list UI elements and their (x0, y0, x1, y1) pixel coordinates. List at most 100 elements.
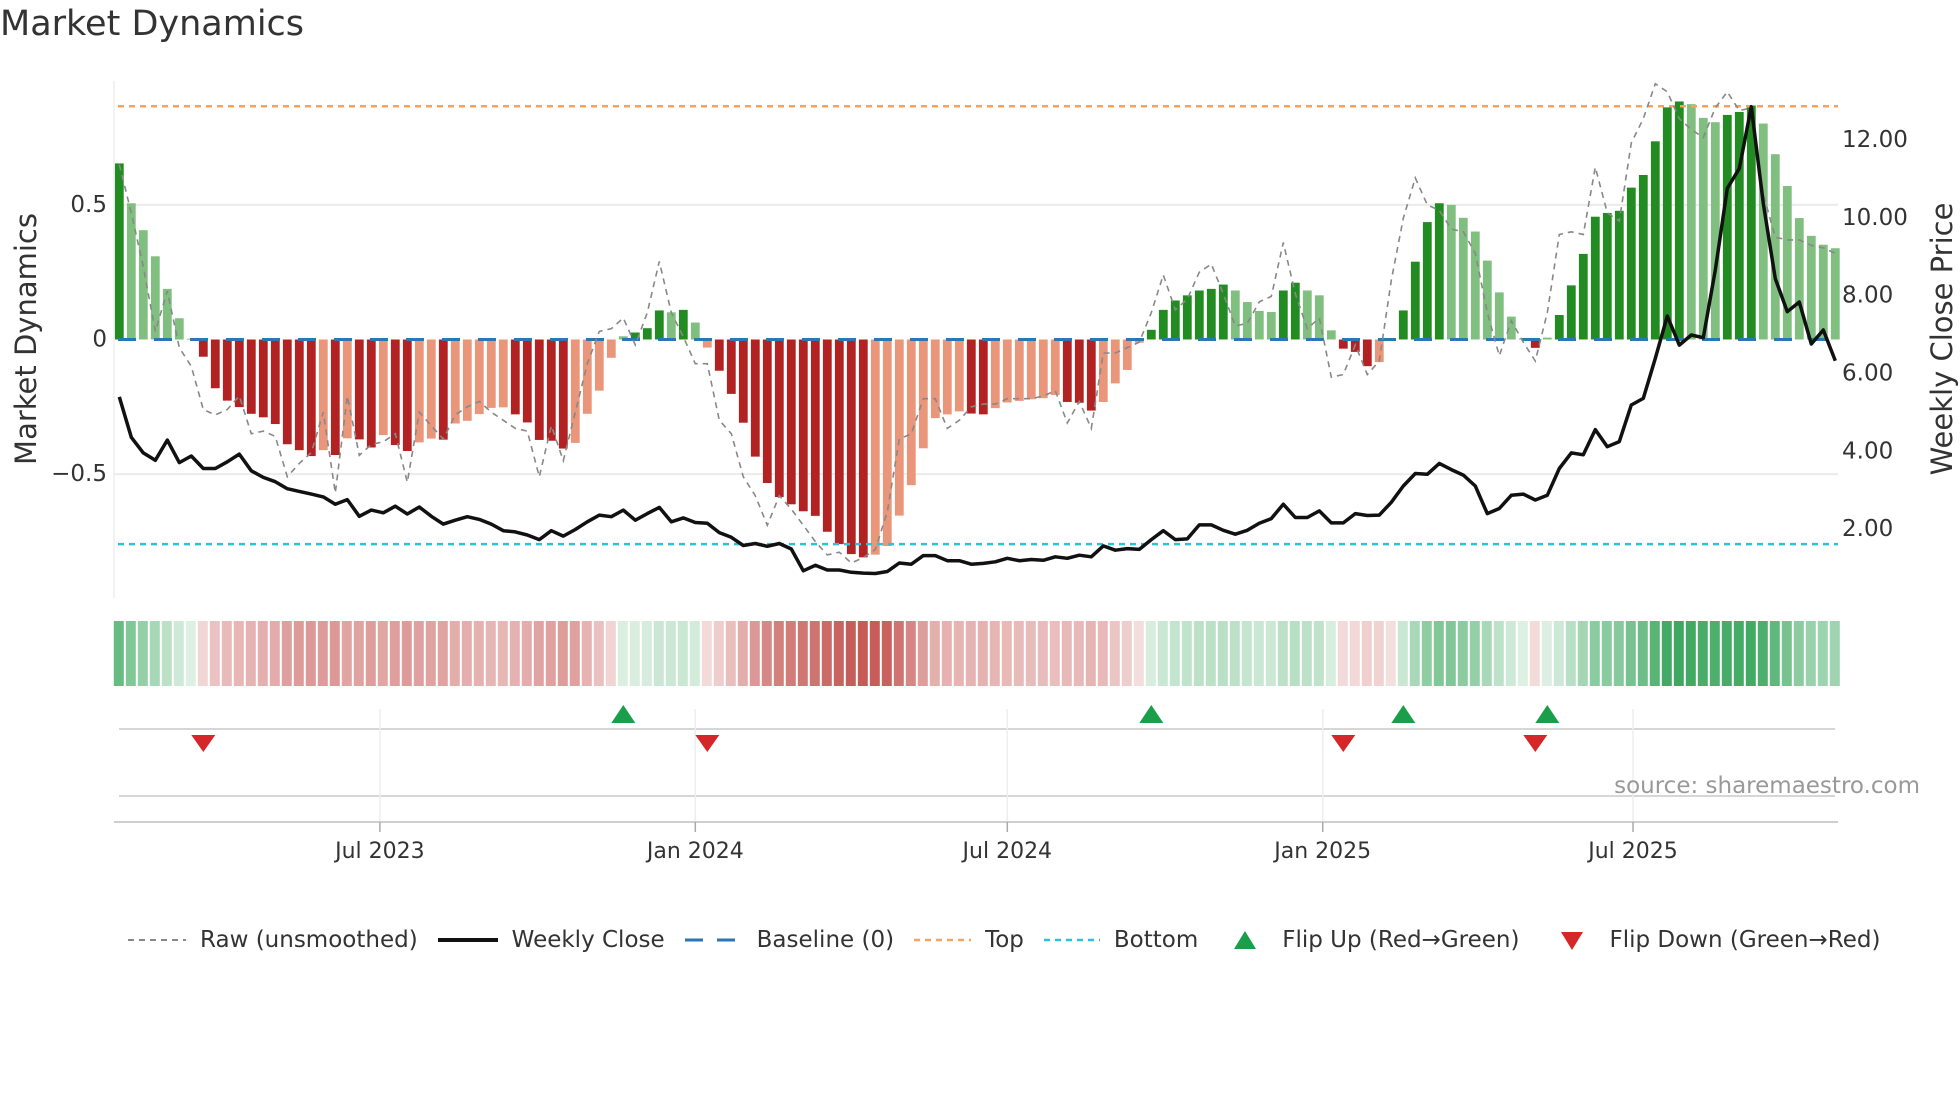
momentum-bar (378, 339, 388, 436)
x-tick-label: Jul 2023 (333, 839, 425, 864)
heat-cell (665, 621, 676, 686)
heat-cell (1109, 621, 1120, 686)
heat-cell (1625, 621, 1636, 686)
heat-cell (461, 621, 472, 686)
heat-cell (989, 621, 1000, 686)
heat-cell (1613, 621, 1624, 686)
momentum-bar (546, 339, 556, 441)
momentum-bar (210, 339, 220, 389)
heat-cell (1709, 621, 1720, 686)
momentum-bar (1638, 174, 1648, 340)
heat-cell (761, 621, 772, 686)
heat-cell (1541, 621, 1552, 686)
heat-cell (1457, 621, 1468, 686)
momentum-bar (786, 339, 796, 505)
heat-cell (1037, 621, 1048, 686)
y-tick-label: 0 (92, 327, 107, 353)
heat-cell (1661, 621, 1672, 686)
heat-cell (1337, 621, 1348, 686)
momentum-bar (1302, 290, 1312, 340)
heat-cell (737, 621, 748, 686)
heat-cell (1373, 621, 1384, 686)
heat-cell (1577, 621, 1588, 686)
momentum-bar (114, 163, 124, 340)
heat-cell (1301, 621, 1312, 686)
heat-cell (785, 621, 796, 686)
heat-cell (125, 621, 136, 686)
momentum-bar (1794, 218, 1804, 340)
momentum-bar (1218, 284, 1228, 340)
heat-cell (1673, 621, 1684, 686)
momentum-bar (462, 339, 472, 421)
heat-cell (497, 621, 508, 686)
heat-cell (629, 621, 640, 686)
momentum-bar (1818, 244, 1828, 340)
legend-item-raw: Raw (unsmoothed) (128, 927, 418, 953)
y2-tick-label: 4.00 (1842, 438, 1893, 464)
heat-cell (1049, 621, 1060, 686)
y2-tick-label: 12.00 (1842, 127, 1908, 153)
heat-cell (1493, 621, 1504, 686)
x-axis: Jul 2023 Jan 2024 Jul 2024 Jan 2025 Jul 2025 (114, 821, 1838, 864)
triangle-down-icon (1561, 932, 1584, 950)
flip-up-marker (1391, 705, 1416, 723)
heat-cell (305, 621, 316, 686)
heat-cell (893, 621, 904, 686)
heat-cell (173, 621, 184, 686)
momentum-bar (306, 339, 316, 457)
heat-cell (1565, 621, 1576, 686)
momentum-bar (534, 339, 544, 440)
momentum-bar (1362, 339, 1372, 367)
y-tick-label: −0.5 (51, 461, 107, 487)
heat-cell (1181, 621, 1192, 686)
momentum-bar (1110, 339, 1120, 384)
heat-cell (1145, 621, 1156, 686)
heat-cell (209, 621, 220, 686)
momentum-bar (1710, 122, 1720, 340)
momentum-bar (1542, 337, 1552, 340)
heat-cell (1553, 621, 1564, 686)
heat-cell (377, 621, 388, 686)
legend-label: Weekly Close (511, 927, 665, 953)
heat-cell (1229, 621, 1240, 686)
flip-down-marker (695, 735, 720, 752)
heat-cell (641, 621, 652, 686)
heat-cell (293, 621, 304, 686)
momentum-bar (930, 339, 940, 419)
momentum-bar (150, 256, 160, 340)
heat-cell (1277, 621, 1288, 686)
momentum-bars (114, 101, 1840, 558)
heat-cell (161, 621, 172, 686)
heat-cell (557, 621, 568, 686)
momentum-bar (1038, 339, 1048, 399)
y2-axis-label: Weekly Close Price (1925, 203, 1959, 476)
momentum-bar (1494, 292, 1504, 340)
heat-cell (1265, 621, 1276, 686)
momentum-bar (1242, 302, 1252, 340)
heat-cell (1013, 621, 1024, 686)
flip-up-marker (1535, 705, 1560, 723)
raw-line (118, 82, 1836, 564)
momentum-bar (666, 312, 676, 340)
momentum-bar (1566, 285, 1576, 340)
momentum-bar (450, 339, 460, 424)
momentum-bar (1194, 290, 1204, 340)
momentum-bar (990, 339, 1000, 409)
momentum-bar (1062, 339, 1072, 402)
heat-cell (1325, 621, 1336, 686)
momentum-bar (582, 339, 592, 414)
solid-line-icon (437, 938, 498, 942)
heat-cell (1421, 621, 1432, 686)
heat-cell (1121, 621, 1132, 686)
momentum-bar (738, 339, 748, 423)
momentum-bar (438, 339, 448, 440)
x-tick-label: Jan 2024 (645, 839, 744, 864)
momentum-bar (954, 339, 964, 412)
source-label: source: sharemaestro.com (1614, 773, 1920, 799)
heat-cell (281, 621, 292, 686)
momentum-bar (1674, 101, 1684, 340)
momentum-bar (642, 328, 652, 340)
legend-label: Baseline (0) (756, 927, 895, 953)
momentum-bar (714, 339, 724, 371)
dashed-line-icon (128, 939, 186, 941)
